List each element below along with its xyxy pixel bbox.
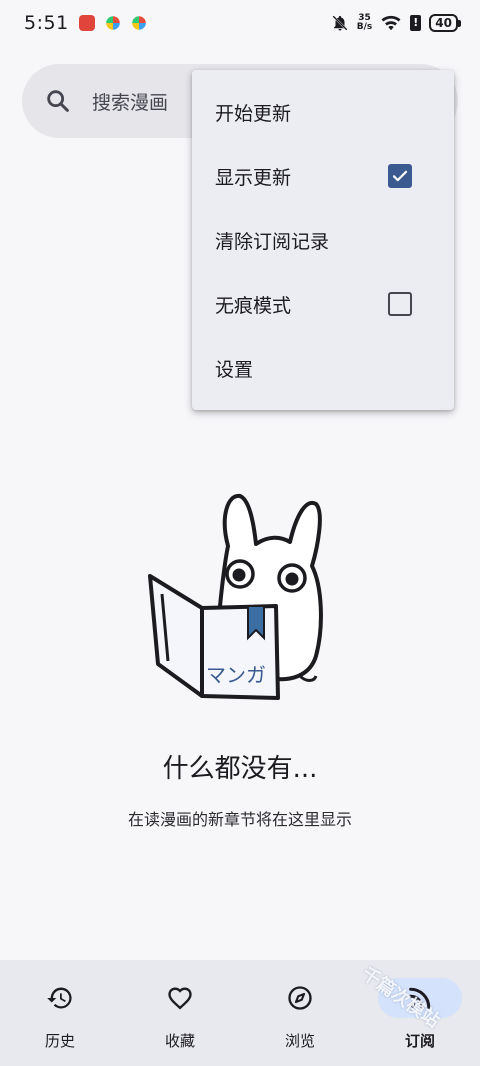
menu-item-label: 无痕模式 bbox=[215, 294, 292, 317]
empty-state-title: 什么都没有... bbox=[162, 754, 318, 784]
status-bar: 5:51 35 B/s ! 40 bbox=[0, 0, 480, 46]
search-placeholder: 搜索漫画 bbox=[92, 91, 169, 114]
menu-item-show-updates[interactable]: 显示更新 bbox=[192, 144, 454, 208]
nav-icon-container bbox=[138, 978, 222, 1018]
wifi-icon bbox=[381, 15, 401, 31]
empty-state-subtitle: 在读漫画的新章节将在这里显示 bbox=[127, 810, 352, 829]
bell-off-icon bbox=[332, 15, 348, 31]
history-icon bbox=[47, 987, 72, 1009]
battery-indicator: 40 bbox=[429, 14, 461, 32]
network-speed: 35 B/s bbox=[357, 14, 373, 32]
notification-icons bbox=[78, 15, 147, 31]
menu-item-label: 清除订阅记录 bbox=[215, 230, 330, 253]
check-icon bbox=[392, 170, 408, 182]
menu-item-settings[interactable]: 设置 bbox=[192, 336, 454, 400]
network-speed-unit: B/s bbox=[356, 22, 373, 32]
nav-item-subscriptions[interactable]: 订阅 bbox=[360, 960, 480, 1066]
search-icon bbox=[47, 90, 69, 112]
nav-label-subscriptions: 订阅 bbox=[404, 1032, 435, 1050]
compass-icon bbox=[288, 986, 312, 1010]
incognito-checkbox[interactable] bbox=[388, 292, 412, 316]
menu-item-label: 设置 bbox=[215, 358, 254, 381]
nav-item-history[interactable]: 历史 bbox=[0, 960, 120, 1066]
bottom-navigation: 历史 收藏 浏览 订阅 bbox=[0, 960, 480, 1066]
menu-item-clear-subscriptions[interactable]: 清除订阅记录 bbox=[192, 208, 454, 272]
alert-icon: ! bbox=[410, 15, 422, 31]
nav-item-favorites[interactable]: 收藏 bbox=[120, 960, 240, 1066]
rss-icon bbox=[409, 987, 431, 1009]
pinwheel-app-icon-2 bbox=[131, 16, 146, 30]
menu-item-label: 开始更新 bbox=[215, 102, 292, 125]
menu-item-start-update[interactable]: 开始更新 bbox=[192, 80, 454, 144]
nav-icon-container bbox=[18, 978, 102, 1018]
nav-icon-container bbox=[258, 978, 342, 1018]
app-notification-icon bbox=[78, 15, 95, 31]
pinwheel-app-icon bbox=[105, 16, 120, 30]
empty-state-illustration: マンガ bbox=[148, 493, 323, 700]
nav-icon-container bbox=[378, 978, 462, 1018]
book-cover-text: マンガ bbox=[206, 663, 266, 687]
nav-label-favorites: 收藏 bbox=[164, 1032, 195, 1050]
overflow-menu: 开始更新 显示更新 清除订阅记录 无痕模式 设置 bbox=[192, 70, 454, 410]
show-updates-checkbox[interactable] bbox=[388, 164, 412, 188]
status-indicators: 35 B/s ! 40 bbox=[331, 14, 461, 32]
heart-icon bbox=[168, 987, 192, 1010]
menu-item-incognito[interactable]: 无痕模式 bbox=[192, 272, 454, 336]
nav-item-browse[interactable]: 浏览 bbox=[240, 960, 360, 1066]
menu-item-label: 显示更新 bbox=[215, 166, 292, 189]
nav-label-browse: 浏览 bbox=[284, 1032, 315, 1050]
nav-label-history: 历史 bbox=[44, 1032, 75, 1050]
status-time: 5:51 bbox=[24, 12, 69, 34]
